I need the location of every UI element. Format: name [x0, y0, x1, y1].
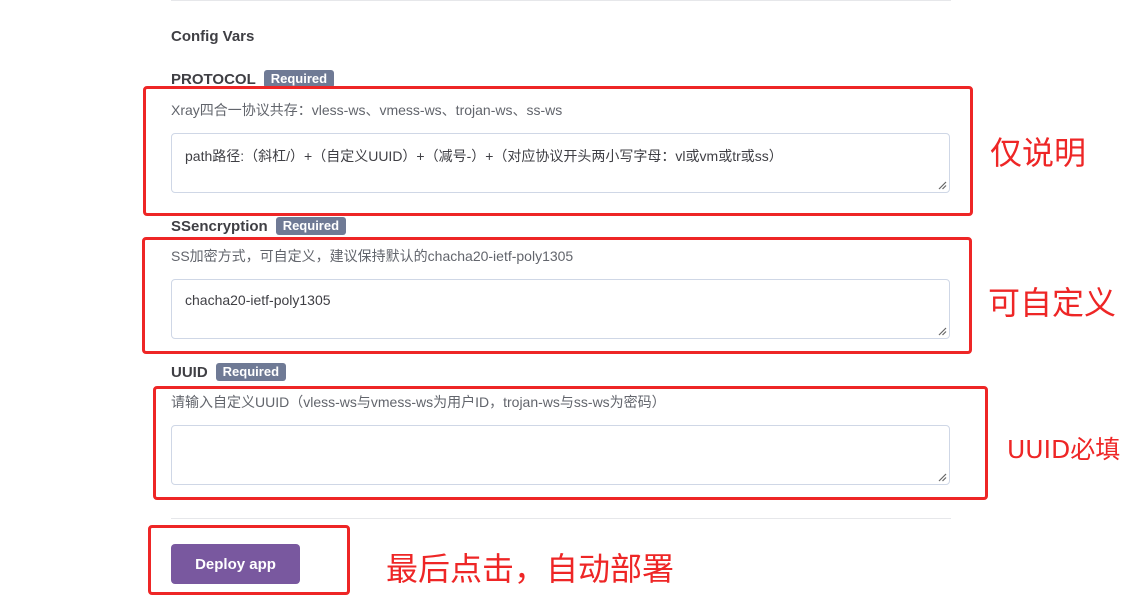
- field-label-text: PROTOCOL: [171, 70, 256, 88]
- annotation-uuid-note: UUID必填: [1007, 435, 1121, 464]
- resize-grip-icon[interactable]: [937, 180, 947, 190]
- resize-grip-icon[interactable]: [937, 326, 947, 336]
- bottom-divider: [171, 518, 951, 519]
- ssencryption-textarea-value: chacha20-ietf-poly1305: [185, 292, 331, 308]
- top-divider: [171, 0, 951, 1]
- field-label-text: SSencryption: [171, 217, 268, 235]
- field-description-ssencryption: SS加密方式，可自定义，建议保持默认的chacha20-ietf-poly130…: [171, 248, 574, 264]
- required-badge: Required: [215, 363, 287, 381]
- section-title: Config Vars: [171, 28, 255, 45]
- protocol-textarea-value: path路径:（斜杠/）+（自定义UUID）+（减号-）+（对应协议开头两小写字…: [185, 148, 783, 164]
- annotation-ssencryption-note: 可自定义: [988, 284, 1117, 322]
- ssencryption-textarea[interactable]: chacha20-ietf-poly1305: [171, 279, 950, 339]
- field-label-uuid: UUID Required: [171, 363, 287, 381]
- annotation-protocol-note: 仅说明: [990, 134, 1087, 172]
- required-badge: Required: [263, 70, 335, 88]
- required-badge: Required: [275, 217, 347, 235]
- protocol-textarea[interactable]: path路径:（斜杠/）+（自定义UUID）+（减号-）+（对应协议开头两小写字…: [171, 133, 950, 193]
- field-label-text: UUID: [171, 363, 208, 381]
- field-description-protocol: Xray四合一协议共存：vless-ws、vmess-ws、trojan-ws、…: [171, 102, 563, 118]
- field-description-uuid: 请输入自定义UUID（vless-ws与vmess-ws为用户ID，trojan…: [171, 394, 666, 410]
- deploy-app-button[interactable]: Deploy app: [171, 544, 300, 584]
- field-label-protocol: PROTOCOL Required: [171, 70, 335, 88]
- resize-grip-icon[interactable]: [937, 472, 947, 482]
- field-label-ssencryption: SSencryption Required: [171, 217, 347, 235]
- uuid-textarea[interactable]: [171, 425, 950, 485]
- annotation-deploy-note: 最后点击，自动部署: [386, 550, 675, 588]
